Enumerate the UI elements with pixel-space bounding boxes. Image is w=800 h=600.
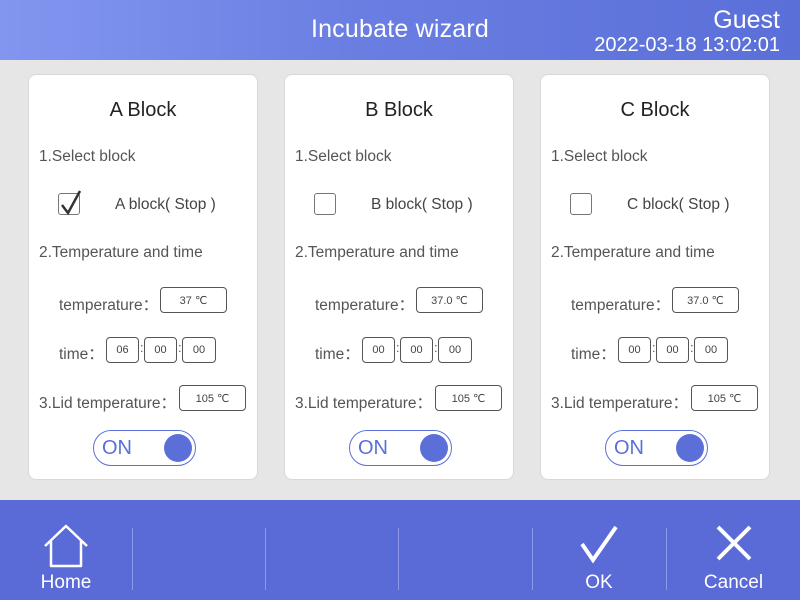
header-bar: Incubate wizard Guest 2022-03-18 13:02:0… bbox=[0, 0, 800, 60]
temp-time-section-label: 2.Temperature and time bbox=[295, 244, 459, 261]
block-b-checkbox[interactable] bbox=[314, 193, 336, 215]
lid-temperature-field[interactable]: 105 ℃ bbox=[435, 385, 502, 411]
toggle-label: ON bbox=[102, 437, 132, 459]
lid-temperature-label: 3.Lid temperature： bbox=[551, 395, 688, 412]
checkmark-icon bbox=[61, 190, 82, 216]
cancel-label: Cancel bbox=[703, 572, 764, 593]
lid-temperature-label: 3.Lid temperature： bbox=[295, 395, 432, 412]
time-seconds-field[interactable]: 00 bbox=[438, 337, 472, 363]
block-card-title: C Block bbox=[620, 99, 690, 121]
toggle-knob bbox=[164, 434, 192, 462]
temperature-field[interactable]: 37 ℃ bbox=[160, 287, 227, 313]
time-label: time： bbox=[571, 346, 616, 363]
block-status-label: B block( Stop ) bbox=[371, 196, 473, 213]
ok-button[interactable]: OK bbox=[533, 500, 665, 600]
cancel-button[interactable]: Cancel bbox=[667, 500, 800, 600]
temperature-field[interactable]: 37.0 ℃ bbox=[416, 287, 483, 313]
time-hours-field[interactable]: 06 bbox=[106, 337, 139, 363]
toggle-knob bbox=[676, 434, 704, 462]
time-seconds-field[interactable]: 00 bbox=[694, 337, 728, 363]
block-card-b: B Block 1.Select block B block( Stop ) 2… bbox=[284, 74, 514, 480]
temperature-label: temperature： bbox=[571, 297, 671, 314]
block-b-toggle[interactable]: ON bbox=[349, 430, 452, 466]
time-minutes-field[interactable]: 00 bbox=[656, 337, 689, 363]
select-block-label: 1.Select block bbox=[295, 148, 392, 165]
toggle-label: ON bbox=[358, 437, 388, 459]
ok-label: OK bbox=[585, 572, 613, 593]
toggle-knob bbox=[420, 434, 448, 462]
temp-time-section-label: 2.Temperature and time bbox=[39, 244, 203, 261]
lid-temperature-field[interactable]: 105 ℃ bbox=[691, 385, 758, 411]
close-icon bbox=[716, 525, 751, 561]
block-card-title: A Block bbox=[109, 99, 177, 121]
time-label: time： bbox=[315, 346, 360, 363]
lid-temperature-label: 3.Lid temperature： bbox=[39, 395, 176, 412]
time-label: time： bbox=[59, 346, 104, 363]
block-c-toggle[interactable]: ON bbox=[605, 430, 708, 466]
toggle-label: ON bbox=[614, 437, 644, 459]
select-block-label: 1.Select block bbox=[39, 148, 136, 165]
block-card-a: A Block 1.Select block A block( Stop ) 2… bbox=[28, 74, 258, 480]
home-icon bbox=[44, 524, 88, 568]
home-button[interactable]: Home bbox=[0, 500, 132, 600]
footer-empty-slot bbox=[399, 500, 531, 600]
temperature-label: temperature： bbox=[59, 297, 159, 314]
temperature-field[interactable]: 37.0 ℃ bbox=[672, 287, 739, 313]
user-name: Guest bbox=[713, 6, 780, 34]
time-minutes-field[interactable]: 00 bbox=[400, 337, 433, 363]
footer-empty-slot bbox=[266, 500, 398, 600]
block-a-checkbox[interactable] bbox=[58, 190, 82, 216]
select-block-label: 1.Select block bbox=[551, 148, 648, 165]
footer-bar: Home OK Cancel bbox=[0, 500, 800, 600]
time-seconds-field[interactable]: 00 bbox=[182, 337, 216, 363]
block-card-title: B Block bbox=[365, 99, 433, 121]
temp-time-section-label: 2.Temperature and time bbox=[551, 244, 715, 261]
checkmark-icon bbox=[580, 525, 618, 564]
datetime: 2022-03-18 13:02:01 bbox=[594, 34, 780, 56]
main-area: A Block 1.Select block A block( Stop ) 2… bbox=[0, 60, 800, 500]
time-hours-field[interactable]: 00 bbox=[618, 337, 651, 363]
footer-empty-slot bbox=[133, 500, 265, 600]
block-status-label: C block( Stop ) bbox=[627, 196, 730, 213]
block-c-checkbox[interactable] bbox=[570, 193, 592, 215]
lid-temperature-field[interactable]: 105 ℃ bbox=[179, 385, 246, 411]
home-label: Home bbox=[40, 572, 92, 593]
block-status-label: A block( Stop ) bbox=[115, 196, 216, 213]
block-card-c: C Block 1.Select block C block( Stop ) 2… bbox=[540, 74, 770, 480]
block-a-toggle[interactable]: ON bbox=[93, 430, 196, 466]
temperature-label: temperature： bbox=[315, 297, 415, 314]
time-hours-field[interactable]: 00 bbox=[362, 337, 395, 363]
time-minutes-field[interactable]: 00 bbox=[144, 337, 177, 363]
